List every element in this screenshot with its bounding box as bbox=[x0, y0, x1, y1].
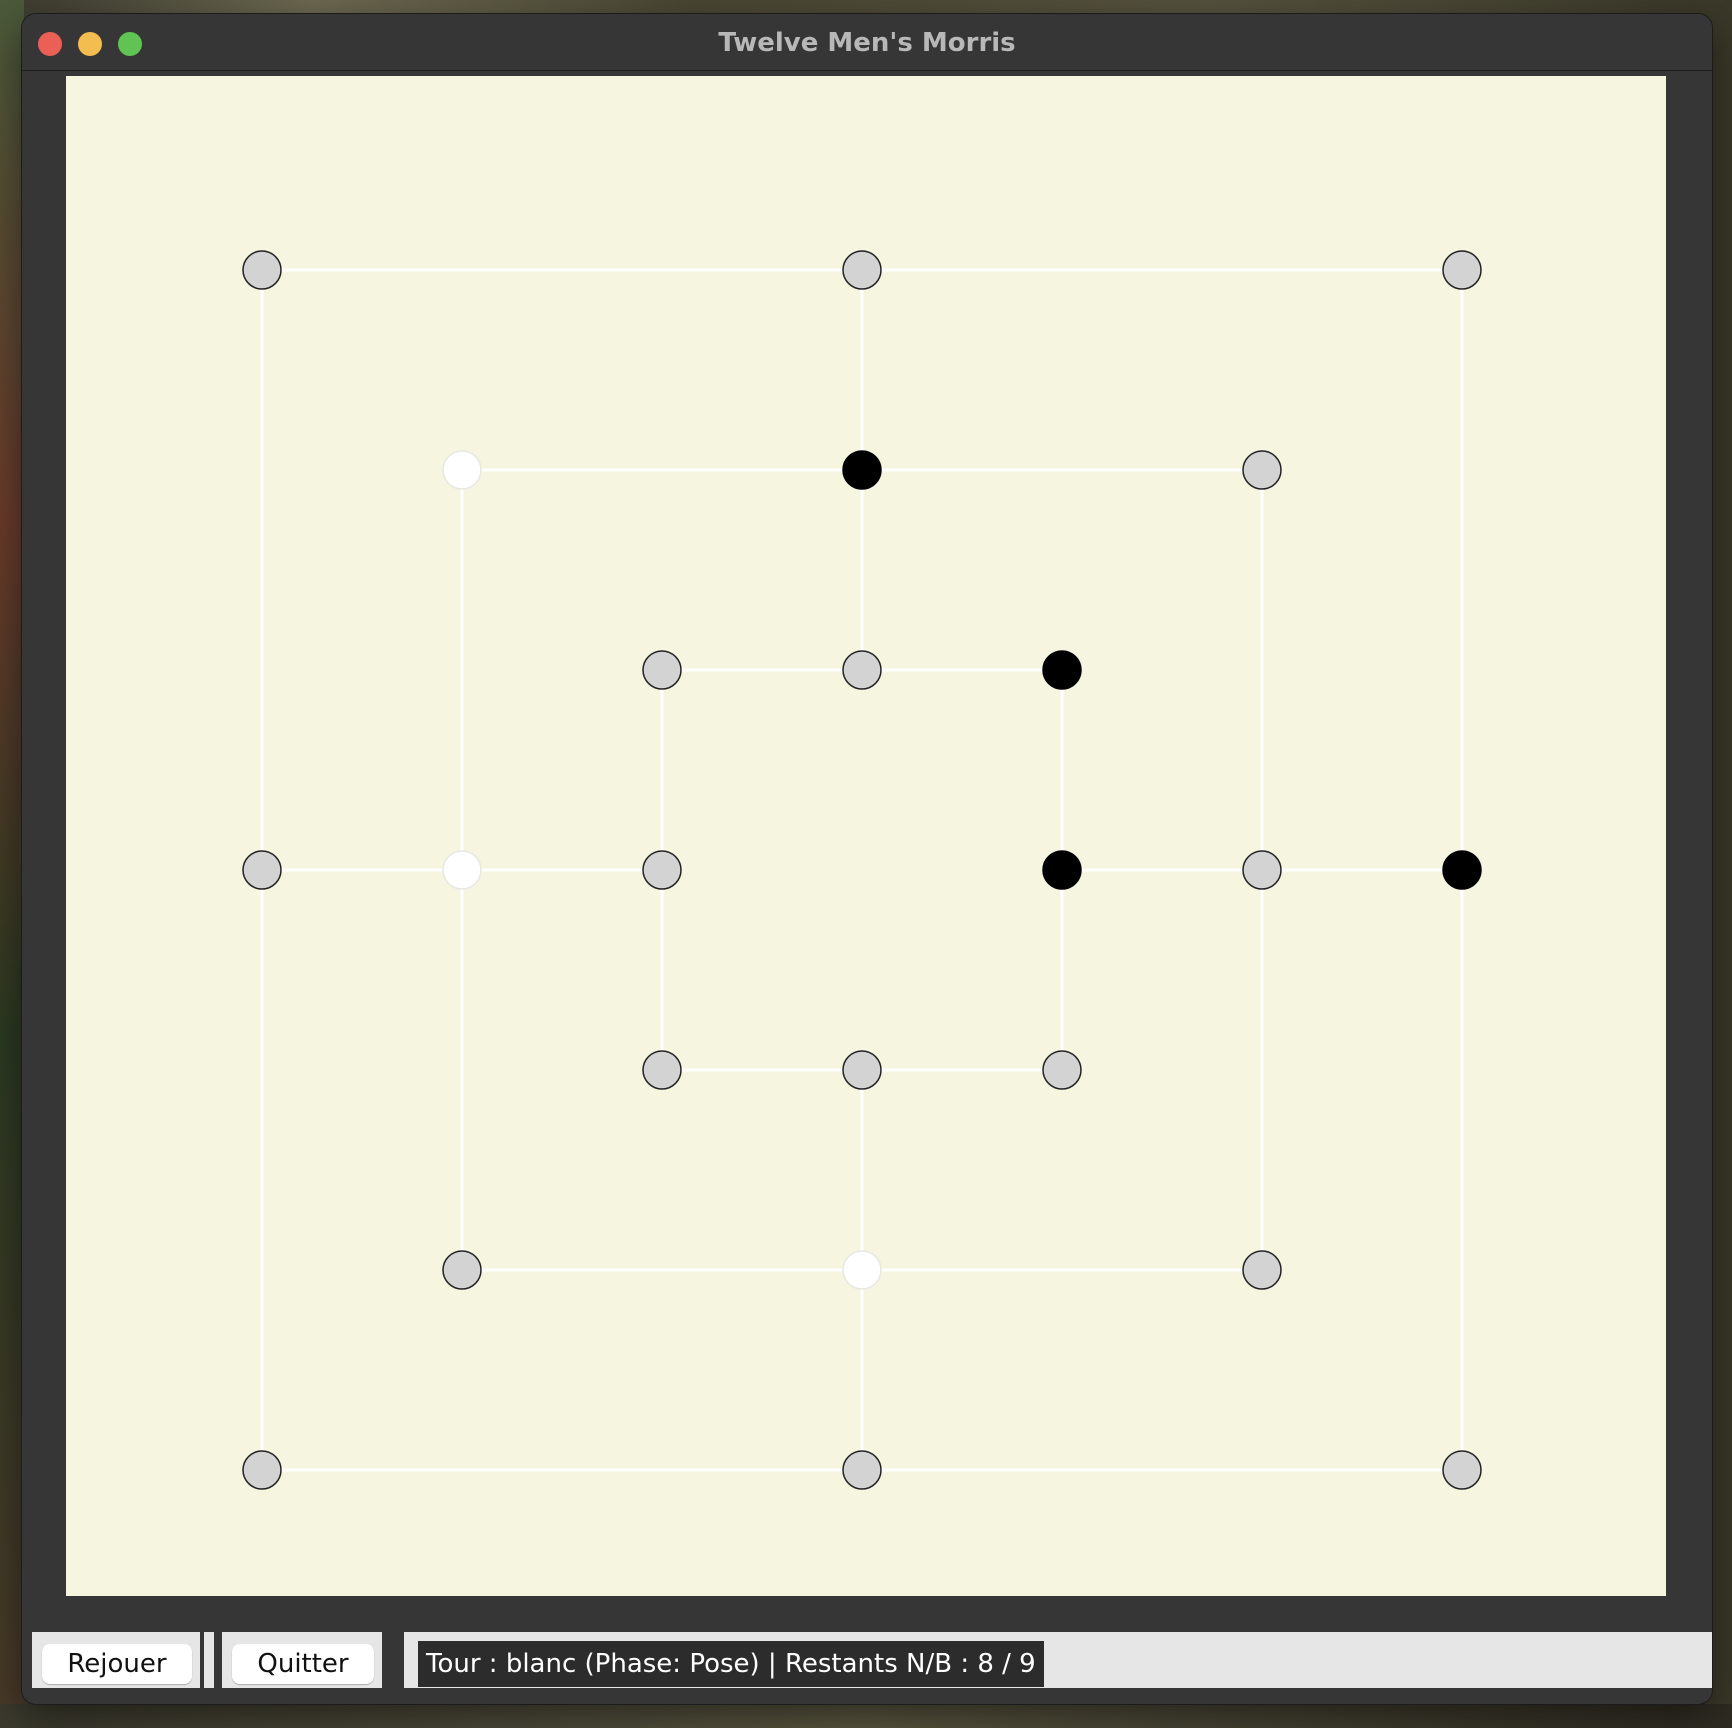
board-point-empty[interactable] bbox=[242, 850, 282, 890]
toolbar-separator bbox=[204, 1632, 214, 1688]
black-piece[interactable] bbox=[1042, 850, 1082, 890]
replay-button[interactable]: Rejouer bbox=[42, 1644, 192, 1684]
board-point-empty[interactable] bbox=[1442, 1450, 1482, 1490]
white-piece[interactable] bbox=[442, 450, 482, 490]
title-bar[interactable]: Twelve Men's Morris bbox=[22, 14, 1712, 71]
board-point-empty[interactable] bbox=[842, 650, 882, 690]
white-piece[interactable] bbox=[442, 850, 482, 890]
game-board[interactable] bbox=[66, 76, 1666, 1596]
bottom-toolbar: Rejouer Quitter Tour : blanc (Phase: Pos… bbox=[22, 1632, 1712, 1688]
black-piece[interactable] bbox=[1442, 850, 1482, 890]
board-point-empty[interactable] bbox=[642, 650, 682, 690]
toolbar-separator bbox=[382, 1632, 404, 1688]
desktop-wallpaper-bottom bbox=[0, 1704, 1732, 1728]
board-point-empty[interactable] bbox=[842, 1450, 882, 1490]
board-point-empty[interactable] bbox=[842, 250, 882, 290]
black-piece[interactable] bbox=[842, 450, 882, 490]
board-point-empty[interactable] bbox=[1242, 450, 1282, 490]
board-point-empty[interactable] bbox=[1242, 1250, 1282, 1290]
board-point-empty[interactable] bbox=[1442, 250, 1482, 290]
status-label: Tour : blanc (Phase: Pose) | Restants N/… bbox=[418, 1641, 1044, 1687]
window-title: Twelve Men's Morris bbox=[718, 28, 1016, 58]
board-point-empty[interactable] bbox=[842, 1050, 882, 1090]
board-canvas[interactable] bbox=[66, 76, 1666, 1596]
quit-button[interactable]: Quitter bbox=[232, 1644, 374, 1684]
board-point-empty[interactable] bbox=[642, 850, 682, 890]
desktop-wallpaper bbox=[0, 0, 24, 1728]
board-lines bbox=[260, 268, 1464, 1472]
toolbar-separator bbox=[22, 1632, 32, 1688]
app-window: Twelve Men's Morris Rejouer Quitter Tour… bbox=[22, 14, 1712, 1704]
board-point-empty[interactable] bbox=[1042, 1050, 1082, 1090]
board-point-empty[interactable] bbox=[642, 1050, 682, 1090]
board-point-empty[interactable] bbox=[1242, 850, 1282, 890]
white-piece[interactable] bbox=[842, 1250, 882, 1290]
board-point-empty[interactable] bbox=[242, 1450, 282, 1490]
board-point-empty[interactable] bbox=[442, 1250, 482, 1290]
board-point-empty[interactable] bbox=[242, 250, 282, 290]
black-piece[interactable] bbox=[1042, 650, 1082, 690]
